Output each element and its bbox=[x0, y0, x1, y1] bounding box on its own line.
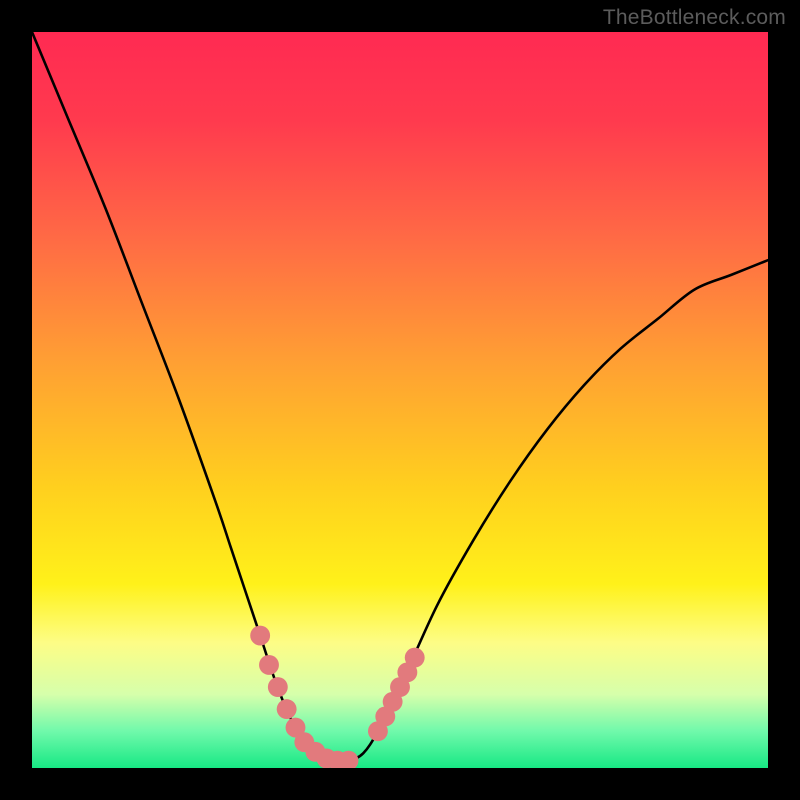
bottleneck-curve bbox=[32, 32, 768, 762]
curve-layer bbox=[32, 32, 768, 768]
marker-dot bbox=[268, 677, 288, 697]
chart-frame: TheBottleneck.com bbox=[0, 0, 800, 800]
marker-cluster-right bbox=[368, 648, 425, 741]
marker-dot bbox=[259, 655, 279, 675]
marker-dot bbox=[277, 699, 297, 719]
marker-dot bbox=[405, 648, 425, 668]
marker-cluster-left bbox=[250, 626, 358, 768]
marker-dot bbox=[250, 626, 270, 646]
watermark-text: TheBottleneck.com bbox=[603, 6, 786, 30]
plot-area bbox=[32, 32, 768, 768]
